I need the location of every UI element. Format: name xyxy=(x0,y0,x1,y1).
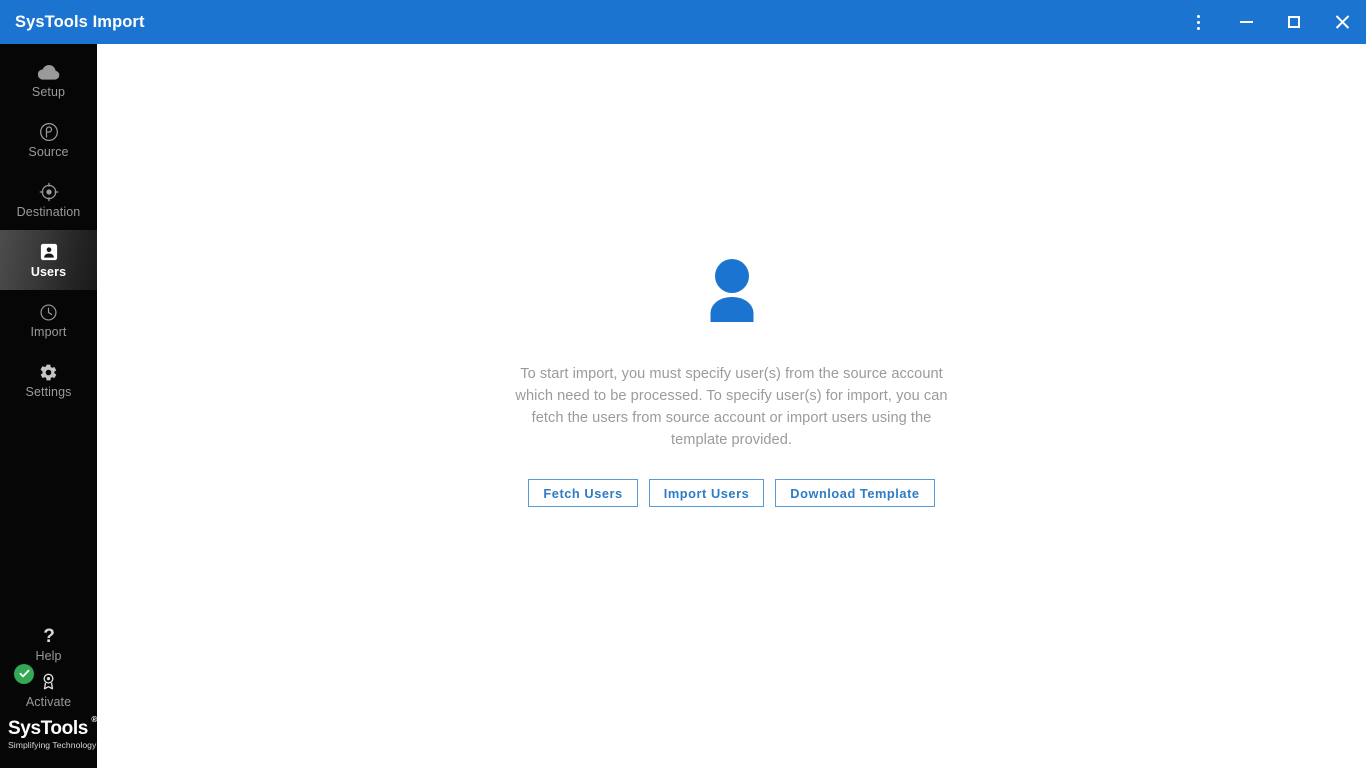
sidebar-item-users[interactable]: Users xyxy=(0,230,97,290)
sidebar-item-label: Help xyxy=(35,648,62,663)
sidebar-item-help[interactable]: ? Help xyxy=(0,621,97,667)
source-icon xyxy=(39,121,59,143)
import-users-button[interactable]: Import Users xyxy=(648,479,765,507)
clock-icon xyxy=(39,301,58,323)
sidebar-bottom-nav: ? Help Activate SysTools ® Simplifying T… xyxy=(0,621,97,768)
maximize-icon xyxy=(1288,16,1300,28)
title-bar: SysTools Import xyxy=(0,0,1366,44)
activated-check-badge xyxy=(14,663,34,684)
close-button[interactable] xyxy=(1318,0,1366,44)
sidebar-item-import[interactable]: Import xyxy=(0,290,97,350)
sidebar-nav: Setup Source Destination Users Import Se… xyxy=(0,44,97,410)
minimize-icon xyxy=(1239,21,1253,23)
target-icon xyxy=(39,181,59,203)
person-icon xyxy=(696,256,768,333)
award-icon xyxy=(40,671,57,693)
systools-logo: SysTools ® Simplifying Technology xyxy=(0,713,97,762)
fetch-users-button[interactable]: Fetch Users xyxy=(528,479,638,507)
sidebar-item-label: Users xyxy=(30,265,67,280)
more-options-button[interactable] xyxy=(1174,0,1222,44)
sidebar-item-label: Settings xyxy=(25,385,72,400)
brand-tagline: Simplifying Technology xyxy=(8,739,97,750)
sidebar-item-settings[interactable]: Settings xyxy=(0,350,97,410)
cloud-icon xyxy=(37,61,60,83)
question-mark-icon: ? xyxy=(41,625,57,647)
empty-state-description: To start import, you must specify user(s… xyxy=(515,366,948,448)
kebab-menu-icon xyxy=(1196,13,1200,31)
action-buttons: Fetch Users Import Users Download Templa… xyxy=(528,479,935,507)
download-template-button[interactable]: Download Template xyxy=(775,479,935,507)
sidebar-item-source[interactable]: Source xyxy=(0,110,97,170)
svg-text:?: ? xyxy=(43,626,55,646)
sidebar-item-label: Import xyxy=(30,325,67,340)
sidebar-item-label: Activate xyxy=(25,694,72,709)
contact-card-icon xyxy=(40,241,58,263)
close-icon xyxy=(1335,15,1349,29)
sidebar-item-destination[interactable]: Destination xyxy=(0,170,97,230)
sidebar-item-label: Source xyxy=(28,145,69,160)
users-empty-state: To start import, you must specify user(s… xyxy=(97,256,1366,507)
body: Setup Source Destination Users Import Se… xyxy=(0,44,1366,768)
sidebar-item-setup[interactable]: Setup xyxy=(0,50,97,110)
sidebar-item-label: Destination xyxy=(16,205,81,220)
app-window: SysTools Import Setup Source Destination… xyxy=(0,0,1366,768)
minimize-button[interactable] xyxy=(1222,0,1270,44)
sidebar-item-activate[interactable]: Activate xyxy=(0,663,97,713)
brand-name-text: SysTools xyxy=(8,717,88,739)
gear-icon xyxy=(39,361,58,383)
sidebar: Setup Source Destination Users Import Se… xyxy=(0,44,97,768)
sidebar-item-label: Setup xyxy=(31,85,66,100)
app-title: SysTools Import xyxy=(15,12,145,31)
maximize-button[interactable] xyxy=(1270,0,1318,44)
main-content: To start import, you must specify user(s… xyxy=(97,44,1366,768)
